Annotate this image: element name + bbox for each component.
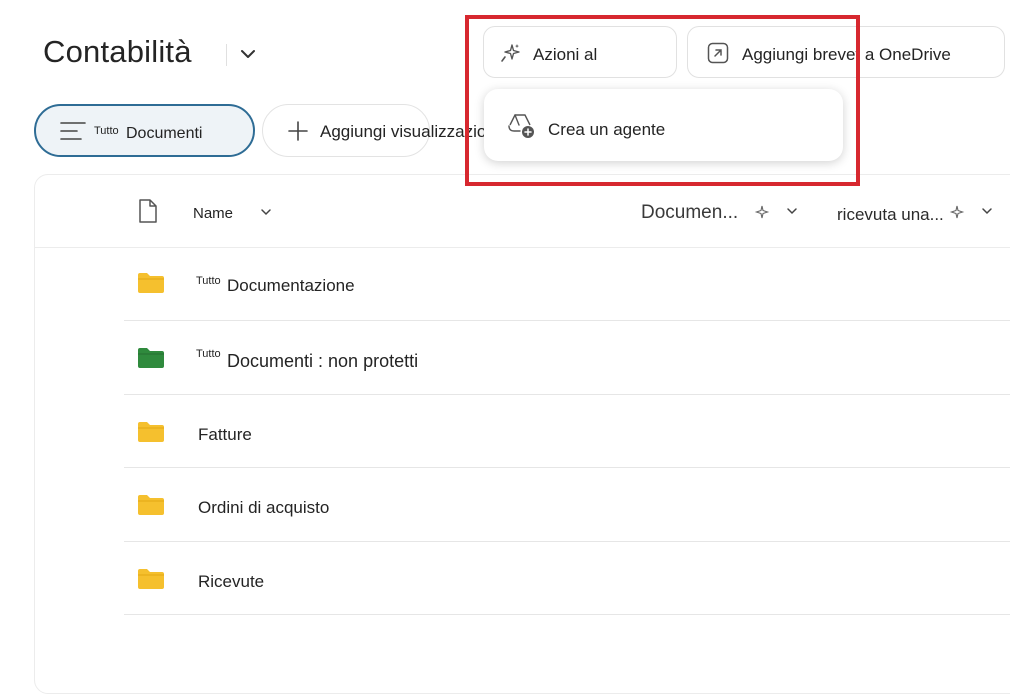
chevron-down-icon[interactable] [980, 204, 994, 218]
folder-icon [137, 272, 165, 294]
table-row[interactable]: Fatture [0, 395, 1010, 467]
column-header-name[interactable]: Name [193, 205, 233, 222]
file-type-icon [137, 198, 159, 224]
plus-icon [287, 120, 309, 142]
folder-icon [137, 568, 165, 590]
row-name[interactable]: Ordini di acquisto [198, 498, 329, 518]
sparkle-icon [754, 204, 770, 220]
table-row[interactable]: Tutto Documenti : non protetti [0, 321, 1010, 394]
view-label: Documenti [126, 125, 203, 142]
table-row[interactable]: Ordini di acquisto [0, 468, 1010, 541]
column-header-received[interactable]: ricevuta una... [837, 205, 944, 225]
title-divider [226, 44, 227, 66]
chevron-down-icon[interactable] [259, 205, 273, 219]
page-title: Contabilità [43, 34, 192, 69]
filter-lines-icon [60, 120, 86, 142]
chevron-down-icon[interactable] [236, 42, 260, 66]
table-row[interactable]: Ricevute [0, 542, 1010, 614]
highlight-box [465, 15, 860, 186]
row-prefix: Tutto [196, 275, 221, 287]
folder-icon [137, 494, 165, 516]
row-divider [124, 614, 1010, 615]
row-name[interactable]: Documenti : non protetti [227, 351, 418, 372]
view-prefix: Tutto [94, 125, 119, 137]
column-header-documents[interactable]: Documen... [641, 202, 738, 224]
chevron-down-icon[interactable] [785, 204, 799, 218]
table-row[interactable]: Tutto Documentazione [0, 248, 1010, 321]
view-selector-all-documents[interactable]: Tutto Documenti [34, 104, 255, 157]
row-prefix: Tutto [196, 348, 221, 360]
row-name[interactable]: Fatture [198, 425, 252, 445]
sparkle-icon [949, 204, 965, 220]
folder-icon [137, 421, 165, 443]
folder-icon [137, 347, 165, 369]
row-name[interactable]: Ricevute [198, 572, 264, 592]
row-name[interactable]: Documentazione [227, 276, 355, 296]
